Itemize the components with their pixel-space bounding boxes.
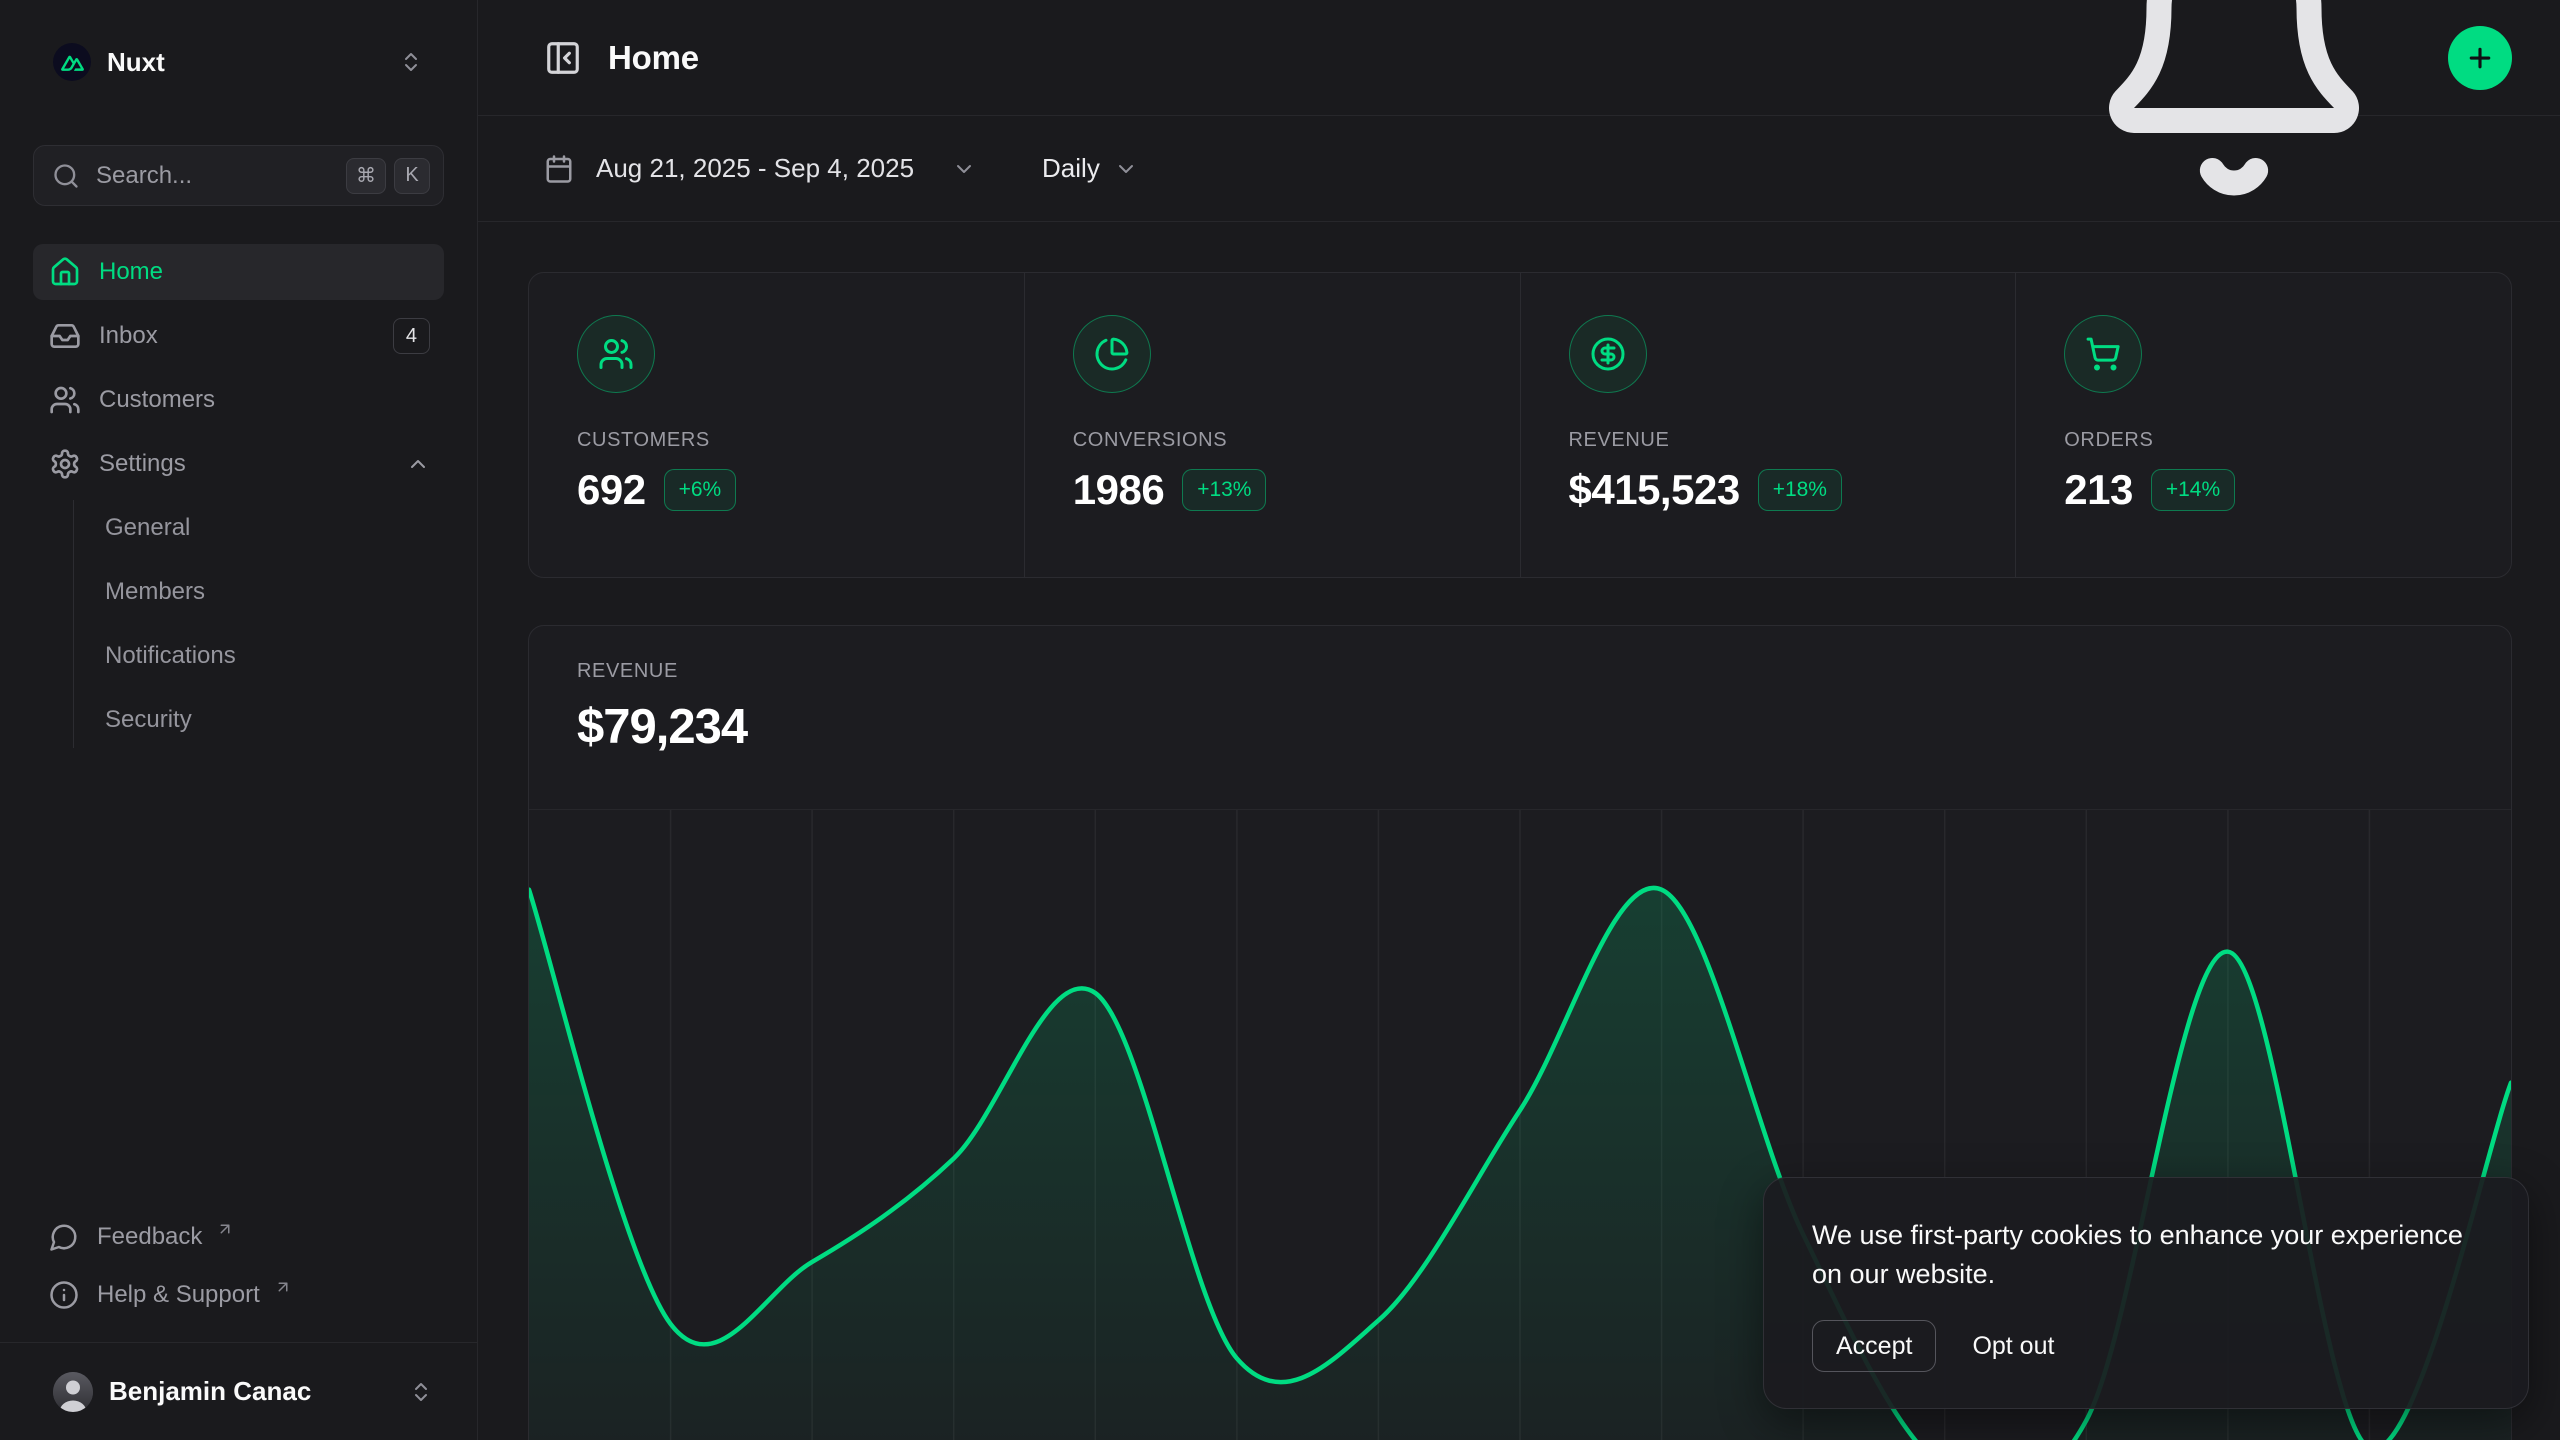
sidebar-item-settings[interactable]: Settings [33,436,444,492]
search-input[interactable]: Search... ⌘ K [33,145,444,206]
stat-icon-circle [1073,315,1151,393]
chevrons-up-down-icon [409,1380,433,1404]
stat-value: 213 [2064,466,2133,514]
cookie-actions: Accept Opt out [1812,1320,2480,1372]
revenue-chart-label: REVENUE [577,660,2463,683]
team-selector[interactable]: Nuxt [33,34,433,90]
chevron-down-icon [1114,157,1138,181]
nuxt-logo-icon [53,43,91,81]
revenue-chart-header: REVENUE $79,234 [529,626,2511,755]
stat-delta-badge: +13% [1182,469,1266,511]
sidebar-item-label: Settings [99,450,388,478]
inbox-icon [49,320,81,352]
opt-out-button[interactable]: Opt out [1972,1332,2054,1361]
avatar [53,1372,93,1412]
stat-icon-circle [577,315,655,393]
search-placeholder: Search... [96,162,330,190]
stat-label: ORDERS [2064,429,2153,452]
calendar-icon [544,154,574,184]
sidebar-item-notifications[interactable]: Notifications [105,628,444,684]
chevrons-up-down-icon [399,50,423,74]
help-support-label: Help & Support [97,1281,260,1309]
page-title: Home [608,39,699,77]
revenue-chart-value: $79,234 [577,699,2463,755]
sidebar-item-customers[interactable]: Customers [33,372,444,428]
users-icon [598,336,634,372]
cookie-message: We use first-party cookies to enhance yo… [1812,1216,2472,1294]
plus-icon [2465,43,2495,73]
stat-customers[interactable]: CUSTOMERS 692 +6% [529,273,1024,577]
sidebar-item-label: Customers [99,386,430,414]
stat-value: 1986 [1073,466,1164,514]
shopping-cart-icon [2085,336,2121,372]
sidebar-item-inbox[interactable]: Inbox 4 [33,308,444,364]
cookie-banner: We use first-party cookies to enhance yo… [1763,1177,2529,1409]
stat-value: $415,523 [1569,466,1740,514]
house-icon [49,256,81,288]
inbox-count-badge: 4 [393,318,430,354]
external-link-icon [274,1278,292,1296]
settings-subnav: General Members Notifications Security [73,500,444,748]
stat-delta-badge: +6% [664,469,737,511]
pie-chart-icon [1094,336,1130,372]
period-select[interactable]: Daily [1042,153,1138,184]
sidebar-item-label: Inbox [99,322,375,350]
search-shortcut: ⌘ K [346,158,430,194]
sidebar-item-home[interactable]: Home [33,244,444,300]
help-support-link[interactable]: Help & Support [33,1266,444,1324]
accept-button[interactable]: Accept [1812,1320,1936,1372]
page-header: Home [478,0,2560,116]
stats-card: CUSTOMERS 692 +6% CONVERSIONS 1986 +13% [528,272,2512,578]
dollar-circle-icon [1590,336,1626,372]
users-icon [49,384,81,416]
user-name: Benjamin Canac [109,1376,393,1407]
sidebar-collapse-button[interactable] [544,39,582,77]
stat-value: 692 [577,466,646,514]
stat-label: CONVERSIONS [1073,429,1227,452]
feedback-label: Feedback [97,1223,202,1251]
sidebar-subitem-label: Notifications [105,642,236,670]
stat-orders[interactable]: ORDERS 213 +14% [2015,273,2511,577]
team-name: Nuxt [107,47,383,78]
sidebar: Nuxt Search... ⌘ K Home Inbox 4 Cu [0,0,478,1440]
kbd-k: K [394,158,430,194]
sidebar-nav: Home Inbox 4 Customers Settings General [33,244,444,756]
kbd-cmd: ⌘ [346,158,386,194]
stat-label: CUSTOMERS [577,429,710,452]
stat-icon-circle [1569,315,1647,393]
message-circle-icon [49,1222,79,1252]
bell-icon [2084,0,2384,208]
stat-icon-circle [2064,315,2142,393]
sidebar-subitem-label: Members [105,578,205,606]
date-range-value: Aug 21, 2025 - Sep 4, 2025 [596,153,914,184]
add-button[interactable] [2448,26,2512,90]
feedback-link[interactable]: Feedback [33,1208,444,1266]
stat-label: REVENUE [1569,429,1670,452]
info-circle-icon [49,1280,79,1310]
stat-delta-badge: +14% [2151,469,2235,511]
main-area: Home Aug 21, 2025 - Sep 4, 2025 Daily [478,0,2560,1440]
notifications-button[interactable] [2084,0,2384,208]
stat-revenue[interactable]: REVENUE $415,523 +18% [1520,273,2016,577]
period-value: Daily [1042,153,1100,184]
stat-delta-badge: +18% [1758,469,1842,511]
sidebar-item-members[interactable]: Members [105,564,444,620]
app-window: Nuxt Search... ⌘ K Home Inbox 4 Cu [0,0,2560,1440]
date-range-picker[interactable]: Aug 21, 2025 - Sep 4, 2025 [544,153,976,184]
sidebar-subitem-label: Security [105,706,192,734]
sidebar-item-label: Home [99,258,430,286]
sidebar-item-security[interactable]: Security [105,692,444,748]
sidebar-subitem-label: General [105,514,190,542]
search-icon [52,162,80,190]
gear-icon [49,448,81,480]
chevron-up-icon [406,452,430,476]
sidebar-item-general[interactable]: General [105,500,444,556]
external-link-icon [216,1220,234,1238]
chevron-down-icon [952,157,976,181]
user-menu[interactable]: Benjamin Canac [0,1342,477,1440]
sidebar-footer: Feedback Help & Support [33,1208,444,1324]
sidebar-spacer [0,756,477,1208]
stat-conversions[interactable]: CONVERSIONS 1986 +13% [1024,273,1520,577]
